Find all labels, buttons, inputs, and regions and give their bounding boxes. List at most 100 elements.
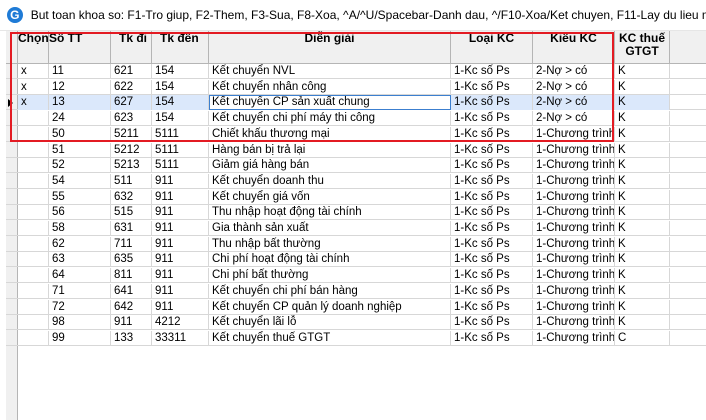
cell-dien-giai[interactable]: Kết chuyển lãi lỗ [209, 315, 451, 331]
cell-loai-kc[interactable]: 1-Kc số Ps [451, 111, 533, 127]
cell-kieu-kc[interactable]: 2-Nợ > có [533, 79, 615, 95]
table-row[interactable]: 24 623 154 Kết chuyển chi phí máy thi công 1… [6, 111, 706, 127]
cell-stt[interactable]: 98 [49, 315, 111, 331]
table-row[interactable]: 64 811 911 Chi phí bất thường 1-Kc số Ps 1-Ch… [6, 268, 706, 284]
cell-stt[interactable]: 63 [49, 252, 111, 268]
cell-kc-thue[interactable]: K [615, 205, 670, 221]
cell-tk-di[interactable]: 5211 [111, 126, 152, 142]
cell-chon[interactable] [18, 189, 49, 205]
cell-dien-giai[interactable]: Chi phí bất thường [209, 268, 451, 284]
cell-dien-giai[interactable]: Kết chuyển nhân công [209, 79, 451, 95]
cell-tk-den[interactable]: 154 [152, 111, 209, 127]
table-row[interactable]: 98 911 4212 Kết chuyển lãi lỗ 1-Kc số Ps 1-Ch… [6, 315, 706, 331]
cell-kieu-kc[interactable]: 1-Chương trình [533, 236, 615, 252]
cell-tk-den[interactable]: 911 [152, 268, 209, 284]
cell-dien-giai[interactable]: Gia thành sản xuất [209, 221, 451, 236]
cell-tk-den[interactable]: 911 [152, 236, 209, 252]
cell-kieu-kc[interactable]: 1-Chương trình [533, 268, 615, 284]
cell-tk-di[interactable]: 635 [111, 252, 152, 268]
cell-kieu-kc[interactable]: 1-Chương trình [533, 283, 615, 299]
table-row[interactable]: 55 632 911 Kết chuyển giá vốn 1-Kc số Ps 1-Ch… [6, 189, 706, 205]
cell-dien-giai[interactable]: Kết chuyển doanh thu [209, 173, 451, 189]
table-row[interactable]: 50 5211 5111 Chiết khấu thương mại 1-Kc số P… [6, 126, 706, 142]
cell-tk-di[interactable]: 623 [111, 111, 152, 127]
cell-chon[interactable] [18, 330, 49, 346]
cell-stt[interactable]: 24 [49, 111, 111, 127]
cell-kc-thue[interactable]: K [615, 64, 670, 79]
cell-stt[interactable]: 99 [49, 330, 111, 346]
cell-stt[interactable]: 13 [49, 95, 111, 111]
cell-dien-giai[interactable]: Giảm giá hàng bán [209, 158, 451, 174]
cell-loai-kc[interactable]: 1-Kc số Ps [451, 236, 533, 252]
col-header-kieu-kc[interactable]: Kiểu KC [533, 31, 615, 63]
cell-dien-giai[interactable]: Thu nhập bất thường [209, 236, 451, 252]
table-row[interactable]: x 12 622 154 Kết chuyển nhân công 1-Kc số Ps 2… [6, 79, 706, 95]
cell-loai-kc[interactable]: 1-Kc số Ps [451, 268, 533, 284]
cell-tk-den[interactable]: 911 [152, 173, 209, 189]
cell-chon[interactable] [18, 173, 49, 189]
col-header-chon[interactable]: Chọn [18, 31, 49, 63]
cell-tk-den[interactable]: 5111 [152, 158, 209, 174]
table-row[interactable]: 63 635 911 Chi phí hoạt động tài chính 1-Kc … [6, 252, 706, 268]
cell-kc-thue[interactable]: K [615, 236, 670, 252]
table-row[interactable]: 51 5212 5111 Hàng bán bị trả lại 1-Kc số Ps 1… [6, 142, 706, 158]
cell-tk-di[interactable]: 627 [111, 95, 152, 111]
table-row[interactable]: 52 5213 5111 Giảm giá hàng bán 1-Kc số Ps 1-C… [6, 158, 706, 174]
cell-tk-den[interactable]: 911 [152, 299, 209, 315]
cell-chon[interactable] [18, 252, 49, 268]
cell-tk-di[interactable]: 641 [111, 283, 152, 299]
cell-dien-giai[interactable]: Kết chuyển NVL [209, 64, 451, 79]
cell-kieu-kc[interactable]: 1-Chương trình [533, 330, 615, 346]
table-row[interactable]: 62 711 911 Thu nhập bất thường 1-Kc số Ps 1-C… [6, 236, 706, 252]
cell-tk-di[interactable]: 5212 [111, 142, 152, 158]
cell-loai-kc[interactable]: 1-Kc số Ps [451, 189, 533, 205]
cell-kieu-kc[interactable]: 1-Chương trình [533, 252, 615, 268]
cell-stt[interactable]: 52 [49, 158, 111, 174]
cell-loai-kc[interactable]: 1-Kc số Ps [451, 173, 533, 189]
cell-tk-di[interactable]: 133 [111, 330, 152, 346]
cell-tk-den[interactable]: 154 [152, 95, 209, 111]
cell-chon[interactable] [18, 142, 49, 158]
cell-tk-di[interactable]: 711 [111, 236, 152, 252]
cell-kc-thue[interactable]: K [615, 268, 670, 284]
cell-kc-thue[interactable]: K [615, 189, 670, 205]
cell-stt[interactable]: 62 [49, 236, 111, 252]
cell-stt[interactable]: 64 [49, 268, 111, 284]
cell-stt[interactable]: 51 [49, 142, 111, 158]
cell-kieu-kc[interactable]: 2-Nợ > có [533, 64, 615, 79]
cell-dien-giai[interactable]: Thu nhập hoạt động tài chính [209, 205, 451, 221]
cell-tk-den[interactable]: 154 [152, 79, 209, 95]
cell-stt[interactable]: 58 [49, 221, 111, 236]
cell-kieu-kc[interactable]: 1-Chương trình [533, 142, 615, 158]
cell-dien-giai[interactable]: Kết chuyển chi phí máy thi công [209, 111, 451, 127]
cell-tk-di[interactable]: 621 [111, 64, 152, 79]
cell-kc-thue[interactable]: K [615, 283, 670, 299]
table-row[interactable]: 54 511 911 Kết chuyển doanh thu 1-Kc số Ps 1-… [6, 173, 706, 189]
col-header-tk-di[interactable]: Tk đi [111, 31, 152, 63]
cell-tk-di[interactable]: 515 [111, 205, 152, 221]
cell-chon[interactable] [18, 221, 49, 236]
cell-loai-kc[interactable]: 1-Kc số Ps [451, 158, 533, 174]
cell-chon[interactable] [18, 315, 49, 331]
cell-tk-den[interactable]: 33311 [152, 330, 209, 346]
cell-stt[interactable]: 11 [49, 64, 111, 79]
cell-dien-giai[interactable]: Hàng bán bị trả lại [209, 142, 451, 158]
table-row[interactable]: 71 641 911 Kết chuyển chi phí bán hàng 1-Kc … [6, 283, 706, 299]
cell-kieu-kc[interactable]: 1-Chương trình [533, 299, 615, 315]
cell-chon[interactable] [18, 236, 49, 252]
cell-loai-kc[interactable]: 1-Kc số Ps [451, 299, 533, 315]
cell-tk-den[interactable]: 154 [152, 64, 209, 79]
cell-loai-kc[interactable]: 1-Kc số Ps [451, 283, 533, 299]
cell-tk-di[interactable]: 5213 [111, 158, 152, 174]
cell-stt[interactable]: 12 [49, 79, 111, 95]
cell-kc-thue[interactable]: K [615, 221, 670, 236]
cell-tk-di[interactable]: 642 [111, 299, 152, 315]
cell-tk-di[interactable]: 631 [111, 221, 152, 236]
cell-stt[interactable]: 71 [49, 283, 111, 299]
cell-tk-den[interactable]: 911 [152, 252, 209, 268]
cell-kc-thue[interactable]: K [615, 252, 670, 268]
cell-stt[interactable]: 56 [49, 205, 111, 221]
cell-loai-kc[interactable]: 1-Kc số Ps [451, 95, 533, 111]
cell-chon[interactable] [18, 283, 49, 299]
cell-dien-giai[interactable]: Kết chuyển giá vốn [209, 189, 451, 205]
